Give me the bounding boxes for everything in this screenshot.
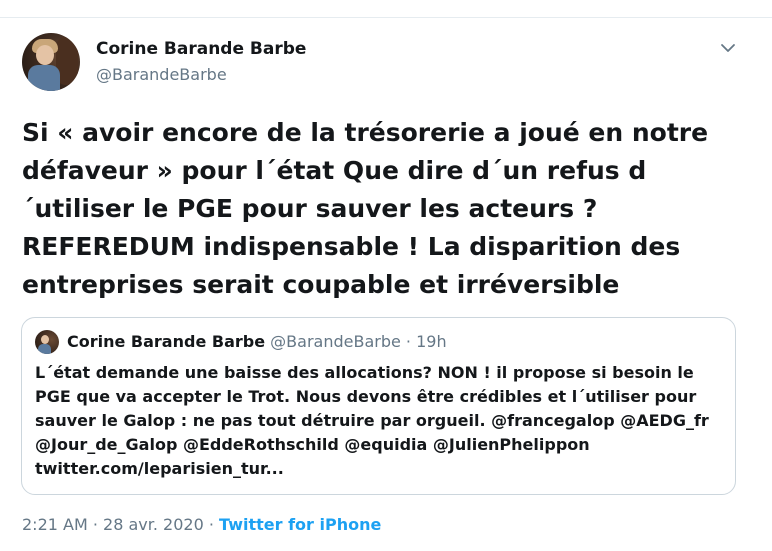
quoted-tweet[interactable]: Corine Barande Barbe @BarandeBarbe · 19h… bbox=[21, 317, 736, 495]
avatar-face bbox=[36, 45, 54, 65]
tweet-time[interactable]: 2:21 AM bbox=[22, 515, 88, 534]
quoted-text: L´état demande une baisse des allocation… bbox=[35, 363, 709, 478]
divider bbox=[0, 17, 772, 18]
tweet-meta: 2:21 AM · 28 avr. 2020 · Twitter for iPh… bbox=[22, 515, 381, 534]
quoted-avatar bbox=[35, 330, 59, 354]
quoted-author-handle: @BarandeBarbe bbox=[270, 332, 401, 351]
quoted-avatar-body bbox=[38, 344, 51, 354]
top-strip bbox=[0, 0, 772, 18]
tweet-date[interactable]: 28 avr. 2020 bbox=[103, 515, 204, 534]
meta-separator: · bbox=[208, 515, 214, 534]
quoted-time: 19h bbox=[416, 332, 447, 351]
meta-separator: · bbox=[92, 515, 98, 534]
avatar-body bbox=[28, 65, 60, 91]
author-name[interactable]: Corine Barande Barbe bbox=[96, 39, 306, 59]
tweet-source-link[interactable]: Twitter for iPhone bbox=[219, 515, 381, 534]
tweet-text: Si « avoir encore de la trésorerie a jou… bbox=[22, 118, 709, 299]
quoted-separator: · bbox=[405, 332, 412, 351]
author-handle[interactable]: @BarandeBarbe bbox=[96, 65, 227, 84]
avatar[interactable] bbox=[22, 33, 80, 91]
quoted-header: Corine Barande Barbe @BarandeBarbe · 19h bbox=[67, 332, 447, 351]
chevron-down-icon[interactable] bbox=[718, 38, 738, 58]
quoted-author-name: Corine Barande Barbe bbox=[67, 332, 266, 351]
quoted-avatar-face bbox=[41, 335, 49, 344]
